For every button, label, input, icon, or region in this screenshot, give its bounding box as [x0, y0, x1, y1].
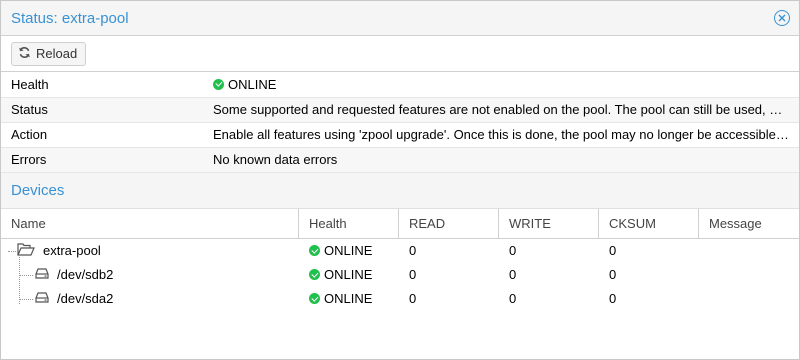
- column-header-cksum[interactable]: CKSUM: [599, 208, 699, 238]
- device-write: 0: [509, 267, 517, 282]
- devices-grid: Name Health READ WRITE CKSUM Message ext…: [1, 208, 799, 311]
- close-icon[interactable]: [774, 10, 790, 26]
- health-value: ONLINE: [228, 76, 277, 92]
- column-header-health[interactable]: Health: [299, 208, 399, 238]
- status-row-action: Action Enable all features using 'zpool …: [1, 122, 799, 148]
- device-write: 0: [509, 291, 517, 306]
- status-row-status: Status Some supported and requested feat…: [1, 97, 799, 123]
- status-key: Action: [1, 122, 203, 148]
- tree-connector: [19, 298, 33, 300]
- device-health: ONLINE: [324, 291, 373, 306]
- column-header-name[interactable]: Name: [1, 208, 299, 238]
- tree-node: /dev/sda2: [11, 287, 289, 311]
- tree-node: /dev/sdb2: [11, 263, 289, 287]
- refresh-icon: [18, 46, 31, 62]
- toolbar: Reload: [1, 36, 799, 72]
- status-window: Status: extra-pool Reload Health ONLINE …: [0, 0, 800, 360]
- status-value: Some supported and requested features ar…: [203, 97, 799, 123]
- status-value: No known data errors: [203, 147, 799, 173]
- check-circle-icon: [213, 78, 224, 90]
- devices-grid-header: Name Health READ WRITE CKSUM Message: [1, 208, 799, 239]
- device-cksum: 0: [609, 291, 617, 306]
- column-header-message[interactable]: Message: [699, 209, 799, 238]
- check-circle-icon: [309, 293, 320, 304]
- check-circle-icon: [309, 245, 320, 256]
- device-cksum: 0: [609, 267, 617, 282]
- disk-icon: [35, 291, 49, 306]
- status-row-health: Health ONLINE: [1, 72, 799, 98]
- device-write: 0: [509, 243, 517, 258]
- window-title: Status: extra-pool: [11, 9, 129, 27]
- status-key: Health: [1, 72, 203, 98]
- check-circle-icon: [309, 269, 320, 280]
- tree-node: extra-pool: [8, 239, 289, 304]
- status-row-errors: Errors No known data errors: [1, 147, 799, 173]
- devices-section-title: Devices: [1, 172, 799, 209]
- reload-button[interactable]: Reload: [11, 41, 87, 66]
- status-key: Errors: [1, 147, 203, 173]
- device-read: 0: [409, 291, 417, 306]
- reload-button-label: Reload: [36, 46, 78, 61]
- tree-connector: [19, 274, 33, 276]
- device-name: extra-pool: [43, 243, 101, 258]
- device-row[interactable]: /dev/sdb2 ONLINE 0 0 0: [1, 263, 799, 287]
- tree-connector: [8, 250, 16, 252]
- device-cksum: 0: [609, 243, 617, 258]
- pool-status-table: Health ONLINE Status Some supported and …: [1, 72, 799, 173]
- device-health: ONLINE: [324, 267, 373, 282]
- device-row[interactable]: extra-pool ONLINE 0 0 0: [1, 239, 799, 304]
- window-titlebar: Status: extra-pool: [1, 1, 799, 36]
- status-key: Status: [1, 97, 203, 123]
- status-value: ONLINE: [203, 72, 799, 98]
- disk-icon: [35, 267, 49, 282]
- column-header-read[interactable]: READ: [399, 208, 499, 238]
- column-header-write[interactable]: WRITE: [499, 208, 599, 238]
- device-name: /dev/sdb2: [57, 267, 114, 282]
- device-health: ONLINE: [324, 243, 373, 258]
- device-name: /dev/sda2: [57, 291, 114, 306]
- device-read: 0: [409, 243, 417, 258]
- status-value: Enable all features using 'zpool upgrade…: [203, 122, 799, 148]
- device-read: 0: [409, 267, 417, 282]
- device-row[interactable]: /dev/sda2 ONLINE 0 0 0: [1, 287, 799, 311]
